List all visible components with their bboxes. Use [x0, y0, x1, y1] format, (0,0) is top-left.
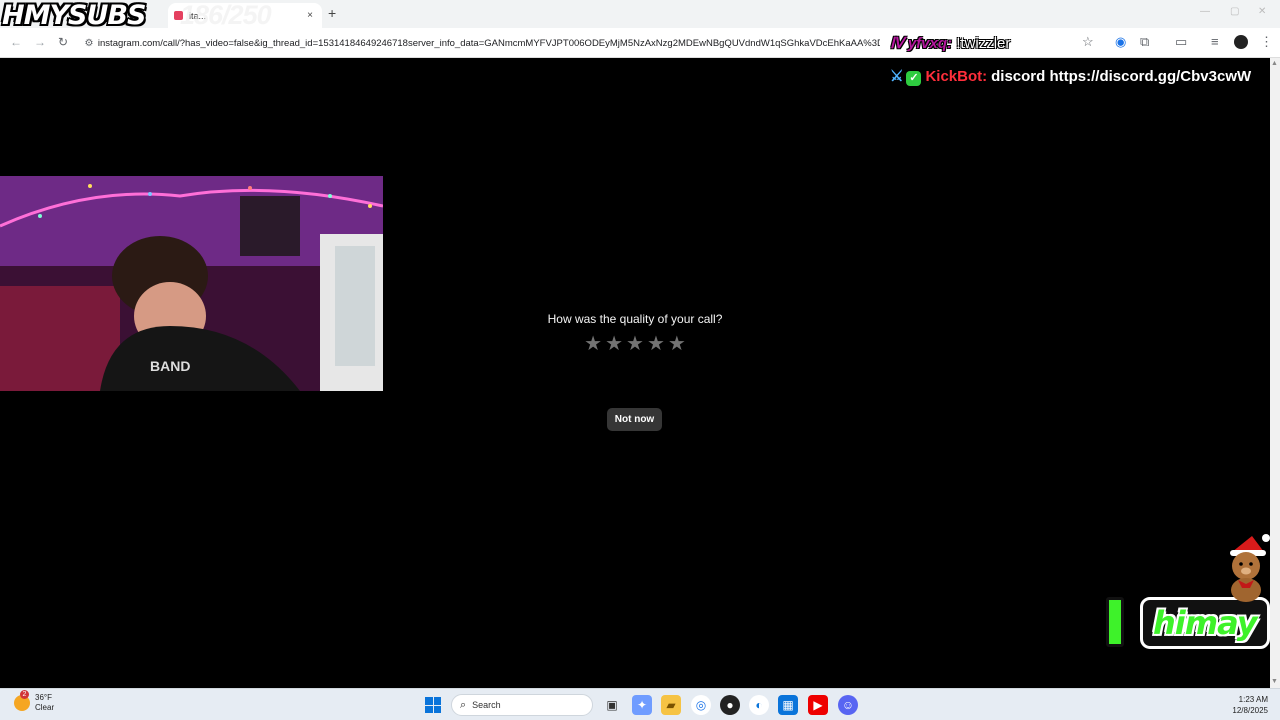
site-info-icon[interactable]: ⚙ [80, 38, 98, 49]
bookmark-star-icon[interactable]: ☆ [1082, 34, 1094, 50]
system-clock[interactable]: 1:23 AM 12/8/2025 [1232, 694, 1268, 716]
sword-icon: ⚔ [890, 68, 904, 85]
edge-icon[interactable]: ◐ [749, 695, 769, 715]
star-rating: ★ ★ ★ ★ ★ [0, 334, 1270, 354]
webcam-scene: BAND [0, 176, 383, 391]
weather-temp: 36°F [35, 693, 52, 702]
store-icon[interactable]: ▦ [778, 695, 798, 715]
call-quality-question: How was the quality of your call? [547, 312, 723, 326]
minimize-icon[interactable]: — [1200, 6, 1210, 17]
url-bar[interactable]: ⚙ instagram.com/call/?has_video=false&ig… [80, 32, 880, 54]
start-button[interactable] [425, 697, 441, 713]
reload-icon[interactable]: ↻ [58, 35, 68, 49]
obs-icon[interactable]: ● [720, 695, 740, 715]
copilot-icon[interactable]: ✦ [632, 695, 652, 715]
close-window-icon[interactable]: ✕ [1258, 6, 1266, 17]
forward-icon[interactable]: → [34, 35, 46, 49]
weather-badge: 2 [20, 690, 29, 699]
menu-more-icon[interactable]: ⋮ [1260, 34, 1273, 50]
split-screen-icon[interactable]: ▭ [1175, 34, 1187, 50]
maximize-icon[interactable]: ▢ [1230, 6, 1239, 17]
stream-logo: HMYSUBS [2, 0, 146, 31]
chat-overlay-message: Ⅳyfvxq: !twizzler [890, 34, 1010, 52]
url-text[interactable]: instagram.com/call/?has_video=false&ig_t… [98, 38, 880, 49]
clock-time: 1:23 AM [1238, 695, 1268, 704]
extensions-icon[interactable]: ⧉ [1140, 34, 1149, 50]
clock-date: 12/8/2025 [1232, 706, 1268, 715]
new-tab-button[interactable]: + [328, 5, 336, 21]
weather-desc: Clear [35, 703, 55, 712]
rating-star-4-icon[interactable]: ★ [647, 334, 665, 354]
verified-check-icon: ✓ [906, 71, 922, 86]
youtube-icon[interactable]: ▶ [808, 695, 828, 715]
task-view-icon[interactable]: ▣ [602, 695, 622, 715]
rating-star-2-icon[interactable]: ★ [605, 334, 623, 354]
scroll-up-icon[interactable]: ▲ [1271, 60, 1278, 67]
discord-icon[interactable]: ☺ [838, 695, 858, 715]
chrome-icon[interactable]: ◎ [691, 695, 711, 715]
shirt-print: BAND [150, 358, 190, 374]
himay-overlay-label: himay [1140, 597, 1270, 649]
kickbot-overlay-message: ⚔ ✓ KickBot: discord https://discord.gg/Cbv… [890, 67, 1251, 86]
read-aloud-icon[interactable]: ◉ [1115, 34, 1126, 50]
close-tab-icon[interactable]: × [304, 10, 316, 21]
teddy-bear-icon [1230, 534, 1270, 602]
rating-star-5-icon[interactable]: ★ [668, 334, 686, 354]
profile-avatar[interactable] [1234, 35, 1248, 49]
kickbot-message: discord https://discord.gg/Cbv3cwW [991, 68, 1252, 85]
taskbar-search[interactable]: ⌕ Search [451, 694, 593, 716]
sub-goal-counter: 186/250 [180, 0, 272, 30]
progress-marker [1106, 597, 1124, 647]
search-label: Search [472, 700, 501, 710]
tab-search-icon[interactable]: ≡ [1211, 34, 1219, 49]
file-explorer-icon[interactable]: ▰ [661, 695, 681, 715]
kickbot-username: KickBot: [925, 68, 988, 85]
call-quality-prompt: How was the quality of your call? ★ ★ ★ … [0, 312, 1270, 354]
weather-sun-icon: 2 [14, 690, 30, 711]
chat-username: yfvxq: [907, 35, 953, 52]
webcam-overlay: BAND [0, 176, 383, 391]
not-now-button[interactable]: Not now [607, 408, 662, 431]
chat-message-text: !twizzler [956, 35, 1011, 52]
windows-taskbar: 2 36°F Clear ⌕ Search ▣ ✦ ▰ ◎ ● ◐ ▦ ▶ ☺ … [0, 688, 1280, 720]
search-icon: ⌕ [460, 698, 467, 711]
rating-star-1-icon[interactable]: ★ [584, 334, 602, 354]
back-icon[interactable]: ← [10, 35, 22, 49]
chat-badge-icon: Ⅳ [890, 35, 904, 52]
weather-widget[interactable]: 2 36°F Clear [14, 690, 55, 713]
rating-star-3-icon[interactable]: ★ [626, 334, 644, 354]
scroll-down-icon[interactable]: ▼ [1271, 678, 1278, 685]
